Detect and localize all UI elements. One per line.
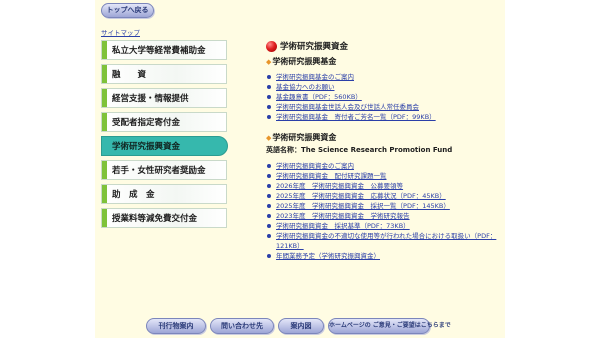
fund-link[interactable]: 学術研究振興基金 寄付者ご芳名一覧（PDF：99KB） (276, 113, 436, 121)
menu-item-research-fund[interactable]: 学術研究振興資金 (101, 136, 228, 156)
sitemap-link[interactable]: サイトマップ (101, 27, 140, 37)
feedback-button[interactable]: ホームページの ご意見・ご要望はこちらまで (328, 318, 451, 334)
diamond-bullet-icon: ◆ (266, 58, 272, 66)
back-to-top-button[interactable]: トップへ戻る (101, 3, 154, 18)
menu-item-designated-donation[interactable]: 受配者指定寄付金 (101, 112, 227, 132)
resource-link[interactable]: 2025年度 学術研究振興資金 採択一覧（PDF：145KB） (276, 202, 450, 210)
list-item: 学術研究振興資金 配付研究課題一覧 (266, 171, 506, 181)
list-item: 基金協力へのお願い (266, 82, 506, 92)
page-title: 学術研究振興資金 (266, 40, 506, 54)
list-item: 学術研究振興基金 寄付者ご芳名一覧（PDF：99KB） (266, 112, 506, 122)
resource-link[interactable]: 2023年度 学術研究振興資金 学術研究報告 (276, 212, 410, 220)
red-ball-icon (266, 41, 277, 52)
main-content: 学術研究振興資金 ◆学術研究振興基金 学術研究振興基金のご案内 基金協力へのお願… (266, 40, 506, 261)
menu-item-subsidy[interactable]: 私立大学等経常費補助金 (101, 40, 227, 60)
list-item: 学術研究振興基金世話人会及び世話人常任委員会 (266, 102, 506, 112)
resource-link[interactable]: 学術研究振興資金 配付研究課題一覧 (276, 172, 387, 180)
section-heading-fund-text: 学術研究振興基金 (272, 57, 337, 66)
section-heading-fund: ◆学術研究振興基金 (266, 56, 506, 68)
list-item: 学術研究振興資金 採択基準（PDF：73KB） (266, 221, 506, 231)
resource-link[interactable]: 年間業務予定（学術研究振興資金） (276, 252, 380, 260)
resource-link[interactable]: 学術研究振興資金 採択基準（PDF：73KB） (276, 222, 410, 230)
resource-link[interactable]: 学術研究振興資金のご案内 (276, 162, 354, 170)
menu-item-tuition-reduction[interactable]: 授業料等減免費交付金 (101, 208, 227, 228)
list-item: 2026年度 学術研究振興資金 公募要領等 (266, 181, 506, 191)
list-item: 2025年度 学術研究振興資金 応募状況（PDF：45KB） (266, 191, 506, 201)
resource-link-list: 学術研究振興資金のご案内 学術研究振興資金 配付研究課題一覧 2026年度 学術… (266, 161, 506, 261)
side-menu: 私立大学等経常費補助金 融 資 経営支援・情報提供 受配者指定寄付金 学術研究振… (101, 40, 228, 232)
fund-link-list: 学術研究振興基金のご案内 基金協力へのお願い 基金趣意書（PDF：560KB） … (266, 72, 506, 122)
fund-link[interactable]: 学術研究振興基金世話人会及び世話人常任委員会 (276, 103, 419, 111)
fund-link[interactable]: 基金協力へのお願い (276, 83, 335, 91)
list-item: 学術研究振興資金のご案内 (266, 161, 506, 171)
publications-button[interactable]: 刊行物案内 (146, 318, 206, 334)
resource-link[interactable]: 2025年度 学術研究振興資金 応募状況（PDF：45KB） (276, 192, 446, 200)
resource-link[interactable]: 学術研究振興資金の不適切な使用等が行われた場合における取扱い（PDF：121KB… (276, 232, 496, 250)
fund-link[interactable]: 基金趣意書（PDF：560KB） (276, 93, 362, 101)
page-title-text: 学術研究振興資金 (280, 42, 349, 52)
list-item: 学術研究振興資金の不適切な使用等が行われた場合における取扱い（PDF：121KB… (266, 231, 506, 251)
list-item: 学術研究振興基金のご案内 (266, 72, 506, 82)
menu-item-loan[interactable]: 融 資 (101, 64, 227, 84)
fund-link[interactable]: 学術研究振興基金のご案内 (276, 73, 354, 81)
resource-link[interactable]: 2026年度 学術研究振興資金 公募要領等 (276, 182, 403, 190)
menu-item-young-researcher[interactable]: 若手・女性研究者奨励金 (101, 160, 227, 180)
english-name: 英語名称：The Science Research Promotion Fund (266, 144, 506, 156)
footer-nav: 刊行物案内 問い合わせ先 案内図 ホームページの ご意見・ご要望はこちらまで (0, 316, 600, 336)
map-button[interactable]: 案内図 (278, 318, 324, 334)
menu-item-grant[interactable]: 助 成 金 (101, 184, 227, 204)
list-item: 2023年度 学術研究振興資金 学術研究報告 (266, 211, 506, 221)
section-heading-resources-text: 学術研究振興資金 (272, 133, 337, 142)
contact-button[interactable]: 問い合わせ先 (210, 318, 274, 334)
menu-item-management-support[interactable]: 経営支援・情報提供 (101, 88, 227, 108)
section-heading-resources: ◆学術研究振興資金 (266, 132, 506, 144)
english-name-label: 英語名称： (266, 146, 301, 154)
list-item: 基金趣意書（PDF：560KB） (266, 92, 506, 102)
list-item: 年間業務予定（学術研究振興資金） (266, 251, 506, 261)
diamond-bullet-icon: ◆ (266, 134, 272, 142)
english-name-value: The Science Research Promotion Fund (301, 146, 453, 154)
list-item: 2025年度 学術研究振興資金 採択一覧（PDF：145KB） (266, 201, 506, 211)
